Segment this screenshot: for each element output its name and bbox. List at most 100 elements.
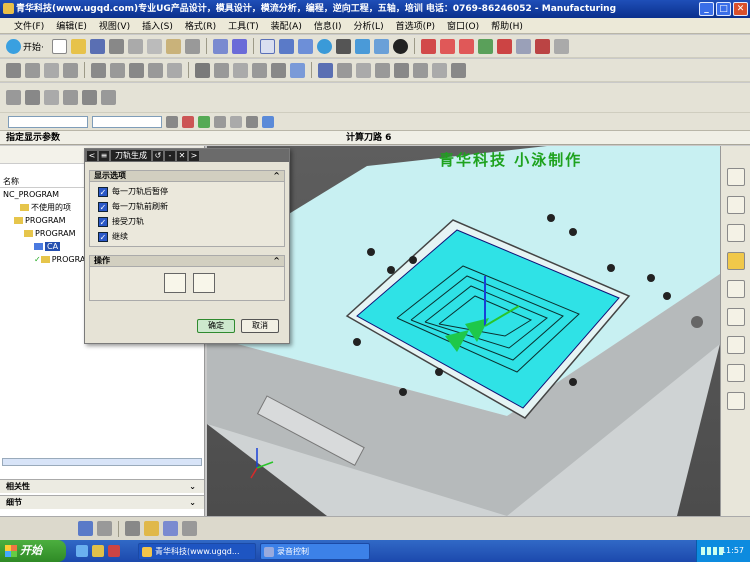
close-icon[interactable]: ✕ [177, 150, 187, 161]
shaded-view-icon[interactable] [354, 38, 370, 54]
verify-toolpath-icon[interactable] [214, 62, 229, 78]
menu-preferences[interactable]: 首选项(P) [396, 19, 435, 32]
tray-icon[interactable] [700, 547, 705, 555]
taskbar-item-ug[interactable]: 青华科技(www.ugqd... [138, 542, 256, 560]
sketch-icon[interactable] [125, 521, 140, 536]
list-toolpath-icon[interactable] [290, 62, 305, 78]
cancel-button[interactable]: 取消 [241, 319, 279, 333]
snap-midpoint-icon[interactable] [198, 115, 210, 128]
show-hide-icon[interactable] [496, 38, 512, 54]
layer-settings-icon[interactable] [477, 38, 493, 54]
close-button[interactable]: ✕ [733, 2, 748, 16]
geometry-view-icon[interactable] [129, 62, 144, 78]
machine-tool-view-icon[interactable] [110, 62, 125, 78]
step-forward-icon[interactable] [164, 273, 186, 293]
history-icon[interactable] [726, 336, 745, 354]
ok-button[interactable]: 确定 [197, 319, 235, 333]
horizontal-scrollbar[interactable] [2, 458, 202, 466]
method-view-icon[interactable] [148, 62, 163, 78]
menu-format[interactable]: 格式(R) [185, 19, 216, 32]
volume-icon[interactable] [718, 547, 723, 555]
selection-scope-combo[interactable] [92, 115, 162, 128]
delete-icon[interactable] [184, 38, 200, 54]
cut-icon[interactable] [127, 38, 143, 54]
edit-object-icon[interactable] [375, 62, 390, 78]
checkbox-checked[interactable]: ✓ [98, 201, 108, 212]
pan-icon[interactable] [335, 38, 351, 54]
system-materials-icon[interactable] [726, 364, 745, 382]
select-all-icon[interactable] [166, 115, 178, 128]
option-pause-after-each[interactable]: ✓ 每一刀轨后暂停 [90, 184, 284, 199]
menu-icon[interactable]: ≡ [99, 150, 109, 161]
quicklaunch-ie-icon[interactable] [76, 545, 88, 557]
op-move-icon[interactable] [6, 90, 21, 105]
fit-view-icon[interactable] [259, 38, 275, 54]
operation-navigator-icon[interactable] [726, 252, 745, 270]
op-mirror-icon[interactable] [44, 90, 59, 105]
tray-icon[interactable] [712, 547, 717, 555]
create-tool-icon[interactable] [25, 62, 40, 78]
create-program-icon[interactable] [6, 62, 21, 78]
menu-edit[interactable]: 编辑(E) [56, 19, 87, 32]
open-folder-icon[interactable] [70, 38, 86, 54]
snap-quadrant-icon[interactable] [230, 115, 242, 128]
reuse-library-icon[interactable] [726, 280, 745, 298]
maximize-button[interactable]: □ [716, 2, 731, 16]
zoom-icon[interactable] [278, 38, 294, 54]
create-method-icon[interactable] [63, 62, 78, 78]
checkbox-checked[interactable]: ✓ [98, 216, 108, 227]
paste-object-icon[interactable] [432, 62, 447, 78]
revolve-icon[interactable] [163, 521, 178, 536]
menu-assembly[interactable]: 装配(A) [271, 19, 302, 32]
menu-view[interactable]: 视图(V) [99, 19, 130, 32]
select-icon[interactable] [231, 38, 247, 54]
feeds-speeds-icon[interactable] [356, 62, 371, 78]
start-button[interactable]: 开始 [0, 540, 66, 562]
start-menu-button[interactable]: 开始· [6, 38, 44, 54]
option-refresh-before-each[interactable]: ✓ 每一刀轨前刷新 [90, 199, 284, 214]
datum-csys-icon[interactable] [97, 521, 112, 536]
menu-info[interactable]: 信息(I) [314, 19, 342, 32]
details-section[interactable]: 细节 ⌄ [0, 495, 204, 509]
create-geometry-icon[interactable] [44, 62, 59, 78]
non-cutting-moves-icon[interactable] [337, 62, 352, 78]
constraint-navigator-icon[interactable] [726, 196, 745, 214]
copy-icon[interactable] [146, 38, 162, 54]
delete-object-icon[interactable] [451, 62, 466, 78]
snap-center-icon[interactable] [214, 115, 226, 128]
menu-insert[interactable]: 插入(S) [142, 19, 173, 32]
snap-endpoint-icon[interactable] [182, 115, 194, 128]
minimize-icon[interactable]: - [165, 150, 175, 161]
copy-object-icon[interactable] [413, 62, 428, 78]
menu-analysis[interactable]: 分析(L) [354, 19, 384, 32]
dependencies-section[interactable]: 相关性 ⌄ [0, 479, 204, 493]
run-to-end-icon[interactable] [192, 273, 215, 293]
wcs-rotate-icon[interactable] [458, 38, 474, 54]
simulate-icon[interactable] [233, 62, 248, 78]
save-icon[interactable] [89, 38, 105, 54]
menu-tools[interactable]: 工具(T) [228, 19, 259, 32]
checkbox-checked[interactable]: ✓ [98, 231, 108, 242]
option-accept-toolpath[interactable]: ✓ 接受刀轨 [90, 214, 284, 229]
snap-face-icon[interactable] [262, 115, 274, 128]
tray-icon[interactable] [706, 547, 711, 555]
display-options-header[interactable]: 显示选项 ^ [89, 170, 285, 182]
new-file-icon[interactable] [51, 38, 67, 54]
snap-point-icon[interactable] [515, 38, 531, 54]
cut-object-icon[interactable] [394, 62, 409, 78]
type-filter-combo[interactable] [8, 115, 88, 128]
postprocess-icon[interactable] [252, 62, 267, 78]
wcs-origin-icon[interactable] [439, 38, 455, 54]
menu-file[interactable]: 文件(F) [14, 19, 44, 32]
op-transform-icon[interactable] [25, 90, 40, 105]
option-continue[interactable]: ✓ 继续 [90, 229, 284, 244]
print-icon[interactable] [108, 38, 124, 54]
wcs-icon[interactable] [420, 38, 436, 54]
orient-view-icon[interactable] [373, 38, 389, 54]
taskbar-item-recorder[interactable]: 录音控制 [260, 542, 370, 560]
snap-intersect-icon[interactable] [246, 115, 258, 128]
cutting-params-icon[interactable] [318, 62, 333, 78]
shop-docs-icon[interactable] [271, 62, 286, 78]
op-duplicate-icon[interactable] [82, 90, 97, 105]
back-icon[interactable]: < [87, 150, 97, 161]
